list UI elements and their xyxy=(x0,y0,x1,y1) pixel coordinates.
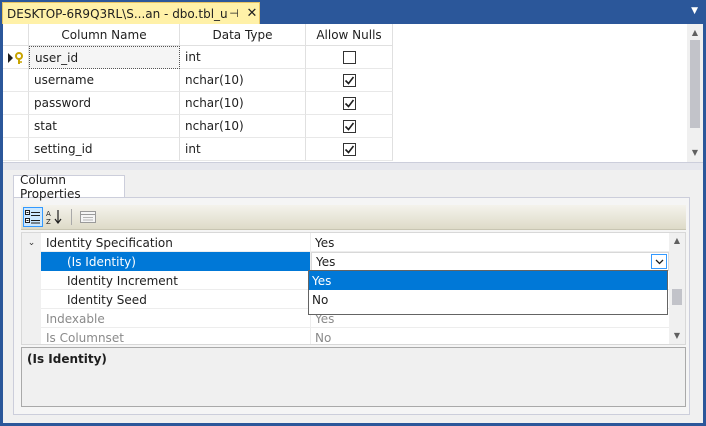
property-gutter xyxy=(22,290,41,309)
allow-nulls-checkbox[interactable] xyxy=(342,50,356,64)
property-row[interactable]: ⌄ Identity Specification Yes xyxy=(22,233,671,252)
option-no[interactable]: No xyxy=(309,290,667,309)
allow-nulls-cell[interactable] xyxy=(306,115,393,138)
checkmark-icon xyxy=(344,145,354,154)
data-type-cell[interactable]: nchar(10) xyxy=(180,69,306,92)
column-grid: Column Name Data Type Allow Nulls user_i… xyxy=(3,24,687,162)
data-type-cell[interactable]: int xyxy=(180,138,306,161)
allow-nulls-cell[interactable] xyxy=(306,138,393,161)
header-column-name[interactable]: Column Name xyxy=(29,24,180,46)
row-selector-header xyxy=(3,24,29,46)
properties-toolbar: A Z xyxy=(21,205,686,230)
property-value: Yes xyxy=(316,254,336,269)
pane-splitter[interactable] xyxy=(3,162,703,170)
property-gutter xyxy=(22,328,41,344)
property-grid-scrollbar[interactable]: ▲ ▼ xyxy=(669,233,685,344)
property-row[interactable]: Is Columnset No xyxy=(22,328,671,345)
grid-vertical-scrollbar[interactable]: ▲ ▼ xyxy=(687,24,703,162)
scroll-up-icon[interactable]: ▲ xyxy=(669,234,685,248)
document-tab[interactable]: DESKTOP-6R9Q3RL\S...an - dbo.tbl_user ⊣ … xyxy=(2,2,260,24)
chevron-down-icon[interactable] xyxy=(651,254,667,269)
alphabetical-button[interactable]: A Z xyxy=(45,207,65,227)
column-name-cell[interactable]: setting_id xyxy=(29,138,180,161)
tab-column-properties[interactable]: Column Properties xyxy=(13,173,125,201)
primary-key-icon xyxy=(8,52,23,64)
is-identity-options-list[interactable]: Yes No xyxy=(308,270,668,315)
property-pages-icon xyxy=(80,211,96,223)
checkmark-icon xyxy=(344,76,354,85)
checkmark-icon xyxy=(344,99,354,108)
data-type-cell[interactable]: int xyxy=(180,46,306,69)
property-value[interactable]: Yes xyxy=(311,233,671,252)
table-row[interactable]: password nchar(10) xyxy=(3,92,393,115)
header-allow-nulls[interactable]: Allow Nulls xyxy=(306,24,393,46)
sort-alphabetical-icon: A Z xyxy=(46,210,62,225)
scrollbar-thumb[interactable] xyxy=(690,40,700,128)
allow-nulls-checkbox[interactable] xyxy=(342,119,356,133)
property-name: Identity Specification xyxy=(41,233,311,252)
property-value[interactable]: No xyxy=(311,328,671,345)
table-row[interactable]: stat nchar(10) xyxy=(3,115,393,138)
property-row-selected[interactable]: (Is Identity) Yes xyxy=(22,252,671,271)
property-name: Identity Seed xyxy=(41,290,311,309)
grid-header-row: Column Name Data Type Allow Nulls xyxy=(3,24,393,46)
property-gutter xyxy=(22,309,41,328)
allow-nulls-checkbox[interactable] xyxy=(342,142,356,156)
row-selector[interactable] xyxy=(3,92,29,115)
header-data-type[interactable]: Data Type xyxy=(180,24,306,46)
property-name: Indexable xyxy=(41,309,311,328)
table-designer: Column Name Data Type Allow Nulls user_i… xyxy=(3,24,703,423)
svg-text:Z: Z xyxy=(46,218,51,225)
allow-nulls-cell[interactable] xyxy=(306,92,393,115)
document-tab-title: DESKTOP-6R9Q3RL\S...an - dbo.tbl_user xyxy=(7,6,227,21)
property-gutter xyxy=(22,252,41,271)
chevron-glyph xyxy=(655,259,663,264)
scroll-up-icon[interactable]: ▲ xyxy=(687,26,703,40)
is-identity-dropdown[interactable]: Yes xyxy=(311,252,669,271)
collapse-icon[interactable]: ⌄ xyxy=(22,233,41,252)
categorized-icon xyxy=(25,210,40,224)
pin-icon[interactable]: ⊣ xyxy=(227,7,241,20)
property-name: Identity Increment xyxy=(41,271,311,290)
option-yes[interactable]: Yes xyxy=(309,271,667,290)
allow-nulls-cell[interactable] xyxy=(306,69,393,92)
allow-nulls-cell[interactable] xyxy=(306,46,393,69)
table-row[interactable]: setting_id int xyxy=(3,138,393,161)
table-row[interactable]: username nchar(10) xyxy=(3,69,393,92)
property-name: Is Columnset xyxy=(41,328,311,344)
svg-text:A: A xyxy=(46,210,51,218)
property-name: (Is Identity) xyxy=(41,252,311,271)
scroll-down-icon[interactable]: ▼ xyxy=(687,146,703,160)
property-gutter xyxy=(22,271,41,290)
column-name-cell[interactable]: stat xyxy=(29,115,180,138)
row-selector[interactable] xyxy=(3,115,29,138)
allow-nulls-checkbox[interactable] xyxy=(342,96,356,110)
column-name-cell[interactable]: password xyxy=(29,92,180,115)
data-type-cell[interactable]: nchar(10) xyxy=(180,92,306,115)
tab-overflow-icon[interactable]: ▼ xyxy=(691,6,698,16)
row-selector[interactable] xyxy=(3,46,29,69)
column-name-cell[interactable]: username xyxy=(29,69,180,92)
description-title: (Is Identity) xyxy=(27,352,107,366)
scrollbar-thumb[interactable] xyxy=(672,289,682,305)
property-description: (Is Identity) xyxy=(21,347,686,407)
scroll-down-icon[interactable]: ▼ xyxy=(669,329,685,343)
toolbar-separator xyxy=(71,209,72,225)
table-row[interactable]: user_id int xyxy=(3,46,393,69)
row-selector[interactable] xyxy=(3,138,29,161)
checkmark-icon xyxy=(344,122,354,131)
column-name-cell[interactable]: user_id xyxy=(29,46,180,69)
close-icon[interactable]: ✕ xyxy=(245,6,259,21)
document-tab-strip: DESKTOP-6R9Q3RL\S...an - dbo.tbl_user ⊣ … xyxy=(0,0,706,24)
property-pages-button[interactable] xyxy=(78,207,98,227)
data-type-cell[interactable]: nchar(10) xyxy=(180,115,306,138)
row-selector[interactable] xyxy=(3,69,29,92)
categorized-button[interactable] xyxy=(23,207,43,227)
allow-nulls-checkbox[interactable] xyxy=(342,73,356,87)
